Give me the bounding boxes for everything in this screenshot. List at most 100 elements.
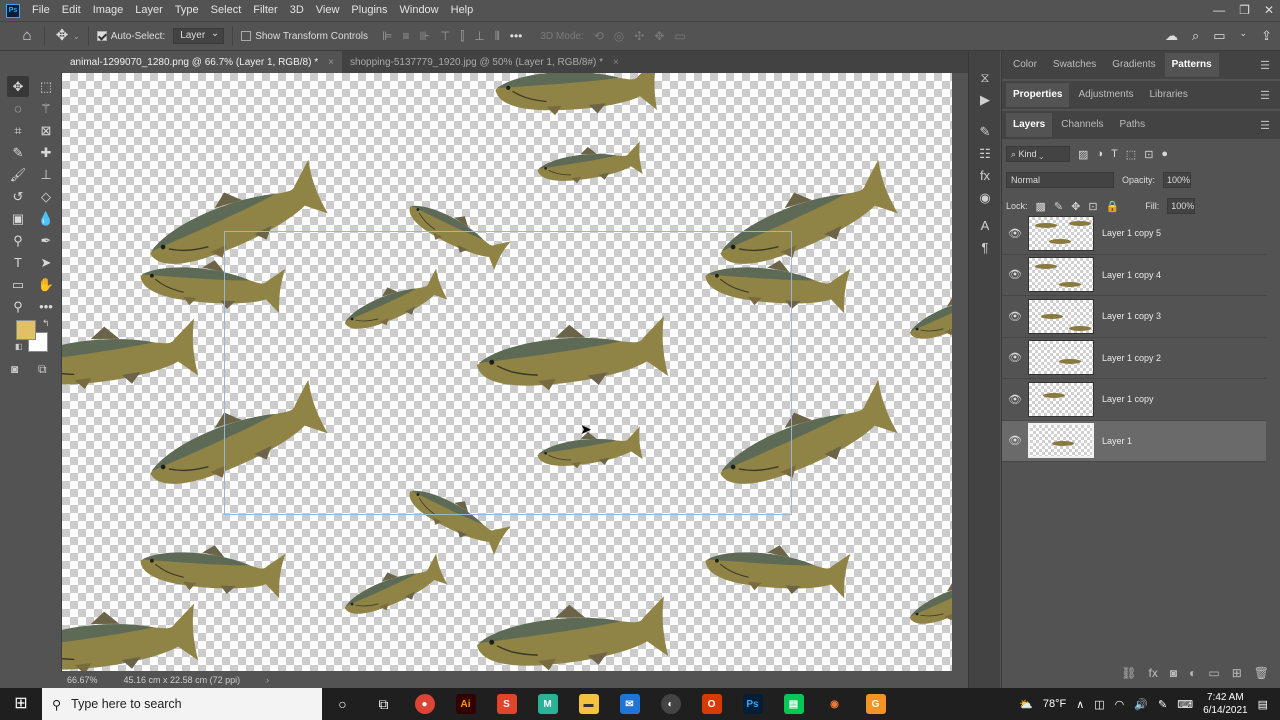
menu-item-filter[interactable]: Filter [247, 0, 283, 21]
layer-row[interactable]: 👁 Layer 1 copy 3 [1002, 296, 1266, 338]
paragraph-panel-icon[interactable]: ¶ [969, 237, 1001, 259]
more-tools-icon[interactable]: ••• [35, 296, 57, 317]
visibility-eye-icon[interactable]: 👁 [1002, 268, 1028, 281]
new-layer-icon[interactable]: ⊞ [1232, 666, 1242, 680]
delete-layer-icon[interactable]: 🗑 [1254, 666, 1269, 680]
smart-object-filter-icon[interactable]: ⊡ [1144, 148, 1153, 161]
lock-all-icon[interactable]: 🔒 [1106, 200, 1120, 213]
marquee-tool-icon[interactable]: ⬚ [35, 76, 57, 97]
align-top-icon[interactable]: ⊤ [440, 29, 450, 44]
zoom-tool-icon[interactable]: ⚲ [7, 296, 29, 317]
cortana-icon[interactable]: ○ [322, 688, 363, 720]
pen-icon[interactable]: ✎ [1158, 698, 1167, 711]
more-options-icon[interactable]: ••• [510, 29, 523, 44]
visibility-eye-icon[interactable]: 👁 [1002, 434, 1028, 447]
slide-3d-icon[interactable]: ✥ [654, 29, 664, 43]
align-bottom-icon[interactable]: ⊥ [474, 29, 484, 44]
document-tab-active[interactable]: animal-1299070_1280.png @ 66.7% (Layer 1… [62, 51, 342, 73]
windows-start-icon[interactable]: ⊞ [0, 688, 42, 720]
tab-color[interactable]: Color [1006, 53, 1044, 77]
menu-item-type[interactable]: Type [169, 0, 205, 21]
weather-icon[interactable]: ⛅ [1019, 698, 1033, 711]
photoshop-taskbar-icon[interactable]: Ps [732, 688, 773, 720]
opacity-field[interactable]: 100% [1163, 172, 1192, 188]
document-tab[interactable]: shopping-5137779_1920.jpg @ 50% (Layer 1… [341, 51, 627, 73]
workspace-icon[interactable]: ▭ [1213, 28, 1225, 44]
align-left-icon[interactable]: ⊫ [382, 29, 392, 44]
type-tool-icon[interactable]: T [7, 252, 29, 273]
close-icon[interactable]: ✕ [1264, 0, 1274, 20]
chrome-icon[interactable]: ● [404, 688, 445, 720]
menu-item-plugins[interactable]: Plugins [345, 0, 393, 21]
layer-mask-icon[interactable]: ◙ [1170, 666, 1177, 680]
zoom-level[interactable]: 66.67% [67, 675, 98, 685]
shape-filter-icon[interactable]: ⬚ [1126, 148, 1136, 161]
checkbox-unchecked-icon[interactable] [241, 31, 252, 41]
brushes-panel-icon[interactable]: ✎ [969, 121, 1001, 143]
tab-channels[interactable]: Channels [1054, 113, 1110, 137]
clone-source-panel-icon[interactable]: ◉ [969, 187, 1001, 209]
tab-gradients[interactable]: Gradients [1105, 53, 1162, 77]
tab-layers[interactable]: Layers [1006, 113, 1053, 137]
visibility-eye-icon[interactable]: 👁 [1002, 351, 1028, 364]
layer-kind-filter[interactable]: ⌕ Kind ⌄ [1006, 146, 1070, 162]
lock-transparent-icon[interactable]: ▩ [1036, 200, 1046, 213]
hand-tool-icon[interactable]: ✋ [35, 274, 57, 295]
close-tab-icon[interactable]: × [613, 57, 619, 68]
maximize-icon[interactable]: ❐ [1239, 0, 1250, 20]
new-group-icon[interactable]: ▭ [1208, 666, 1219, 680]
app-g-icon[interactable]: G [855, 688, 896, 720]
illustrator-icon[interactable]: Ai [445, 688, 486, 720]
align-right-icon[interactable]: ⊪ [420, 29, 430, 44]
distribute-icon[interactable]: ⫴ [495, 29, 500, 44]
network-icon[interactable]: ◫ [1094, 698, 1104, 711]
history-panel-icon[interactable]: ⧖ [969, 67, 1001, 89]
menu-item-image[interactable]: Image [87, 0, 130, 21]
clock[interactable]: 7:42 AM 6/14/2021 [1203, 691, 1248, 717]
menu-item-window[interactable]: Window [394, 0, 445, 21]
menu-item-select[interactable]: Select [205, 0, 248, 21]
layer-row[interactable]: 👁 Layer 1 copy 5 [1002, 213, 1266, 255]
roll-3d-icon[interactable]: ◎ [614, 29, 624, 43]
brush-tool-icon[interactable]: 🖌 [7, 164, 29, 185]
menu-item-view[interactable]: View [310, 0, 346, 21]
pan-3d-icon[interactable]: ✣ [634, 29, 644, 43]
close-tab-icon[interactable]: × [328, 57, 334, 68]
menu-item-help[interactable]: Help [445, 0, 480, 21]
auto-select-checkbox[interactable]: Auto-Select: [96, 31, 165, 42]
filter-toggle-icon[interactable]: ● [1161, 148, 1168, 160]
layer-style-icon[interactable]: fx [1149, 666, 1158, 680]
tab-properties[interactable]: Properties [1006, 83, 1070, 107]
blur-tool-icon[interactable]: 💧 [35, 208, 57, 229]
camera-3d-icon[interactable]: ▭ [674, 29, 685, 43]
visibility-eye-icon[interactable]: 👁 [1002, 227, 1028, 240]
healing-brush-tool-icon[interactable]: ✚ [35, 142, 57, 163]
lock-artboard-icon[interactable]: ⊡ [1088, 200, 1097, 213]
chevron-down-icon[interactable]: ⌄ [1240, 28, 1248, 44]
blender-icon[interactable]: ◉ [814, 688, 855, 720]
foreground-color-swatch[interactable] [16, 320, 36, 340]
move-tool-icon[interactable]: ✥ [7, 76, 29, 97]
default-colors-icon[interactable]: ◧ [15, 342, 23, 351]
auto-select-dropdown[interactable]: Layer [173, 27, 225, 44]
align-center-icon[interactable]: ≡ [402, 29, 409, 44]
blend-mode-dropdown[interactable]: Normal [1006, 172, 1114, 188]
file-explorer-icon[interactable]: ▬ [568, 688, 609, 720]
line-app-icon[interactable]: ▤ [773, 688, 814, 720]
gradient-tool-icon[interactable]: ▣ [7, 208, 29, 229]
lock-position-icon[interactable]: ✥ [1071, 200, 1080, 213]
visibility-eye-icon[interactable]: 👁 [1002, 393, 1028, 406]
lasso-tool-icon[interactable]: ◌ [7, 98, 29, 119]
layer-row[interactable]: 👁 Layer 1 copy [1002, 379, 1266, 421]
swap-colors-icon[interactable]: ↰ [42, 318, 50, 329]
weather-temp[interactable]: 78°F [1043, 698, 1066, 710]
history-brush-tool-icon[interactable]: ↺ [7, 186, 29, 207]
type-filter-icon[interactable]: T [1111, 148, 1118, 160]
mail-icon[interactable]: ✉ [609, 688, 650, 720]
layer-row[interactable]: 👁 Layer 1 [1002, 420, 1266, 462]
tab-libraries[interactable]: Libraries [1143, 83, 1195, 107]
tab-paths[interactable]: Paths [1113, 113, 1153, 137]
search-icon[interactable]: ⌕ [1192, 28, 1199, 44]
panel-menu-icon[interactable]: ☰ [1260, 59, 1270, 72]
visibility-eye-icon[interactable]: 👁 [1002, 310, 1028, 323]
